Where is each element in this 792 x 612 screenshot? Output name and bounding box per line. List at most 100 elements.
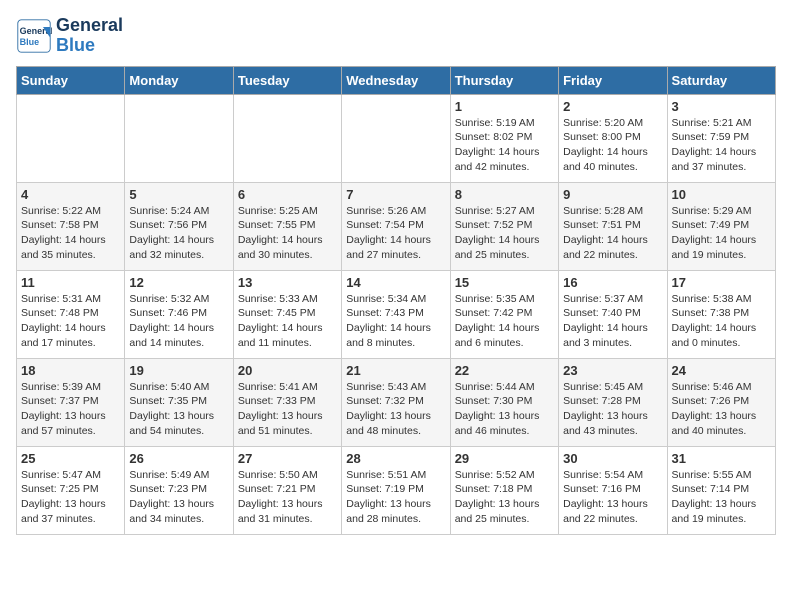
- day-number: 26: [129, 451, 228, 466]
- day-info: Sunrise: 5:20 AMSunset: 8:00 PMDaylight:…: [563, 116, 662, 175]
- day-info: Sunrise: 5:39 AMSunset: 7:37 PMDaylight:…: [21, 380, 120, 439]
- calendar-cell: 9Sunrise: 5:28 AMSunset: 7:51 PMDaylight…: [559, 182, 667, 270]
- day-info: Sunrise: 5:26 AMSunset: 7:54 PMDaylight:…: [346, 204, 445, 263]
- day-info: Sunrise: 5:43 AMSunset: 7:32 PMDaylight:…: [346, 380, 445, 439]
- calendar-cell: [125, 94, 233, 182]
- day-info: Sunrise: 5:54 AMSunset: 7:16 PMDaylight:…: [563, 468, 662, 527]
- day-info: Sunrise: 5:33 AMSunset: 7:45 PMDaylight:…: [238, 292, 337, 351]
- calendar-cell: 17Sunrise: 5:38 AMSunset: 7:38 PMDayligh…: [667, 270, 775, 358]
- day-info: Sunrise: 5:24 AMSunset: 7:56 PMDaylight:…: [129, 204, 228, 263]
- calendar-cell: 15 Sunrise: 5:35 AMSunset: 7:42 PMDayligh…: [450, 270, 558, 358]
- day-info: Sunrise: 5:38 AMSunset: 7:38 PMDaylight:…: [672, 292, 771, 351]
- day-info: Sunrise: 5:50 AMSunset: 7:21 PMDaylight:…: [238, 468, 337, 527]
- day-info: Sunrise: 5:29 AMSunset: 7:49 PMDaylight:…: [672, 204, 771, 263]
- calendar-cell: 14 Sunrise: 5:34 AMSunset: 7:43 PMDayligh…: [342, 270, 450, 358]
- weekday-header-monday: Monday: [125, 66, 233, 94]
- day-number: 24: [672, 363, 771, 378]
- day-number: 20: [238, 363, 337, 378]
- calendar-cell: 10 Sunrise: 5:29 AMSunset: 7:49 PMDayligh…: [667, 182, 775, 270]
- calendar-cell: 21 Sunrise: 5:43 AMSunset: 7:32 PMDayligh…: [342, 358, 450, 446]
- day-number: 1: [455, 99, 554, 114]
- day-info: Sunrise: 5:41 AMSunset: 7:33 PMDaylight:…: [238, 380, 337, 439]
- day-number: 18: [21, 363, 120, 378]
- day-number: 7: [346, 187, 445, 202]
- calendar-cell: 1 Sunrise: 5:19 AMSunset: 8:02 PMDaylight…: [450, 94, 558, 182]
- day-info: Sunrise: 5:28 AMSunset: 7:51 PMDaylight:…: [563, 204, 662, 263]
- logo: General Blue GeneralBlue: [16, 16, 123, 56]
- day-number: 2: [563, 99, 662, 114]
- calendar-cell: 24 Sunrise: 5:46 AMSunset: 7:26 PMDayligh…: [667, 358, 775, 446]
- calendar-cell: 3Sunrise: 5:21 AMSunset: 7:59 PMDaylight…: [667, 94, 775, 182]
- day-info: Sunrise: 5:40 AMSunset: 7:35 PMDaylight:…: [129, 380, 228, 439]
- day-number: 8: [455, 187, 554, 202]
- day-info: Sunrise: 5:49 AMSunset: 7:23 PMDaylight:…: [129, 468, 228, 527]
- calendar-cell: 7 Sunrise: 5:26 AMSunset: 7:54 PMDaylight…: [342, 182, 450, 270]
- day-info: Sunrise: 5:27 AMSunset: 7:52 PMDaylight:…: [455, 204, 554, 263]
- day-info: Sunrise: 5:32 AMSunset: 7:46 PMDaylight:…: [129, 292, 228, 351]
- day-info: Sunrise: 5:19 AMSunset: 8:02 PMDaylight:…: [455, 116, 554, 175]
- logo-icon: General Blue: [16, 18, 52, 54]
- calendar-cell: 31Sunrise: 5:55 AMSunset: 7:14 PMDayligh…: [667, 446, 775, 534]
- day-info: Sunrise: 5:35 AMSunset: 7:42 PMDaylight:…: [455, 292, 554, 351]
- day-info: Sunrise: 5:52 AMSunset: 7:18 PMDaylight:…: [455, 468, 554, 527]
- day-number: 27: [238, 451, 337, 466]
- calendar-cell: 29 Sunrise: 5:52 AMSunset: 7:18 PMDayligh…: [450, 446, 558, 534]
- calendar-cell: 5 Sunrise: 5:24 AMSunset: 7:56 PMDaylight…: [125, 182, 233, 270]
- day-info: Sunrise: 5:31 AMSunset: 7:48 PMDaylight:…: [21, 292, 120, 351]
- day-info: Sunrise: 5:51 AMSunset: 7:19 PMDaylight:…: [346, 468, 445, 527]
- calendar-cell: 12 Sunrise: 5:32 AMSunset: 7:46 PMDayligh…: [125, 270, 233, 358]
- day-number: 22: [455, 363, 554, 378]
- calendar-cell: 28 Sunrise: 5:51 AMSunset: 7:19 PMDayligh…: [342, 446, 450, 534]
- day-number: 15: [455, 275, 554, 290]
- day-info: Sunrise: 5:45 AMSunset: 7:28 PMDaylight:…: [563, 380, 662, 439]
- day-info: Sunrise: 5:37 AMSunset: 7:40 PMDaylight:…: [563, 292, 662, 351]
- day-number: 5: [129, 187, 228, 202]
- calendar-cell: 2 Sunrise: 5:20 AMSunset: 8:00 PMDaylight…: [559, 94, 667, 182]
- day-info: Sunrise: 5:34 AMSunset: 7:43 PMDaylight:…: [346, 292, 445, 351]
- weekday-header-thursday: Thursday: [450, 66, 558, 94]
- calendar-cell: [17, 94, 125, 182]
- day-number: 19: [129, 363, 228, 378]
- day-info: Sunrise: 5:47 AMSunset: 7:25 PMDaylight:…: [21, 468, 120, 527]
- calendar-cell: 30Sunrise: 5:54 AMSunset: 7:16 PMDayligh…: [559, 446, 667, 534]
- svg-text:Blue: Blue: [20, 37, 40, 47]
- weekday-header-wednesday: Wednesday: [342, 66, 450, 94]
- day-number: 21: [346, 363, 445, 378]
- day-number: 16: [563, 275, 662, 290]
- day-number: 13: [238, 275, 337, 290]
- day-number: 28: [346, 451, 445, 466]
- calendar-cell: 23Sunrise: 5:45 AMSunset: 7:28 PMDayligh…: [559, 358, 667, 446]
- calendar-cell: 26 Sunrise: 5:49 AMSunset: 7:23 PMDayligh…: [125, 446, 233, 534]
- day-number: 11: [21, 275, 120, 290]
- calendar-table: SundayMondayTuesdayWednesdayThursdayFrid…: [16, 66, 776, 535]
- calendar-cell: 6 Sunrise: 5:25 AMSunset: 7:55 PMDaylight…: [233, 182, 341, 270]
- calendar-cell: 27 Sunrise: 5:50 AMSunset: 7:21 PMDayligh…: [233, 446, 341, 534]
- logo-name: GeneralBlue: [56, 16, 123, 56]
- calendar-cell: 13 Sunrise: 5:33 AMSunset: 7:45 PMDayligh…: [233, 270, 341, 358]
- day-number: 10: [672, 187, 771, 202]
- day-info: Sunrise: 5:44 AMSunset: 7:30 PMDaylight:…: [455, 380, 554, 439]
- day-number: 14: [346, 275, 445, 290]
- calendar-cell: 16 Sunrise: 5:37 AMSunset: 7:40 PMDayligh…: [559, 270, 667, 358]
- calendar-cell: 18 Sunrise: 5:39 AMSunset: 7:37 PMDayligh…: [17, 358, 125, 446]
- day-number: 25: [21, 451, 120, 466]
- calendar-cell: 4 Sunrise: 5:22 AMSunset: 7:58 PMDaylight…: [17, 182, 125, 270]
- day-number: 12: [129, 275, 228, 290]
- calendar-cell: [233, 94, 341, 182]
- day-number: 31: [672, 451, 771, 466]
- day-info: Sunrise: 5:25 AMSunset: 7:55 PMDaylight:…: [238, 204, 337, 263]
- calendar-cell: 11 Sunrise: 5:31 AMSunset: 7:48 PMDayligh…: [17, 270, 125, 358]
- calendar-cell: 8 Sunrise: 5:27 AMSunset: 7:52 PMDaylight…: [450, 182, 558, 270]
- weekday-header-saturday: Saturday: [667, 66, 775, 94]
- day-number: 4: [21, 187, 120, 202]
- weekday-header-tuesday: Tuesday: [233, 66, 341, 94]
- day-info: Sunrise: 5:46 AMSunset: 7:26 PMDaylight:…: [672, 380, 771, 439]
- weekday-header-friday: Friday: [559, 66, 667, 94]
- day-info: Sunrise: 5:21 AMSunset: 7:59 PMDaylight:…: [672, 116, 771, 175]
- day-number: 6: [238, 187, 337, 202]
- calendar-cell: 22 Sunrise: 5:44 AMSunset: 7:30 PMDayligh…: [450, 358, 558, 446]
- calendar-cell: 20 Sunrise: 5:41 AMSunset: 7:33 PMDayligh…: [233, 358, 341, 446]
- day-number: 29: [455, 451, 554, 466]
- day-info: Sunrise: 5:22 AMSunset: 7:58 PMDaylight:…: [21, 204, 120, 263]
- calendar-cell: [342, 94, 450, 182]
